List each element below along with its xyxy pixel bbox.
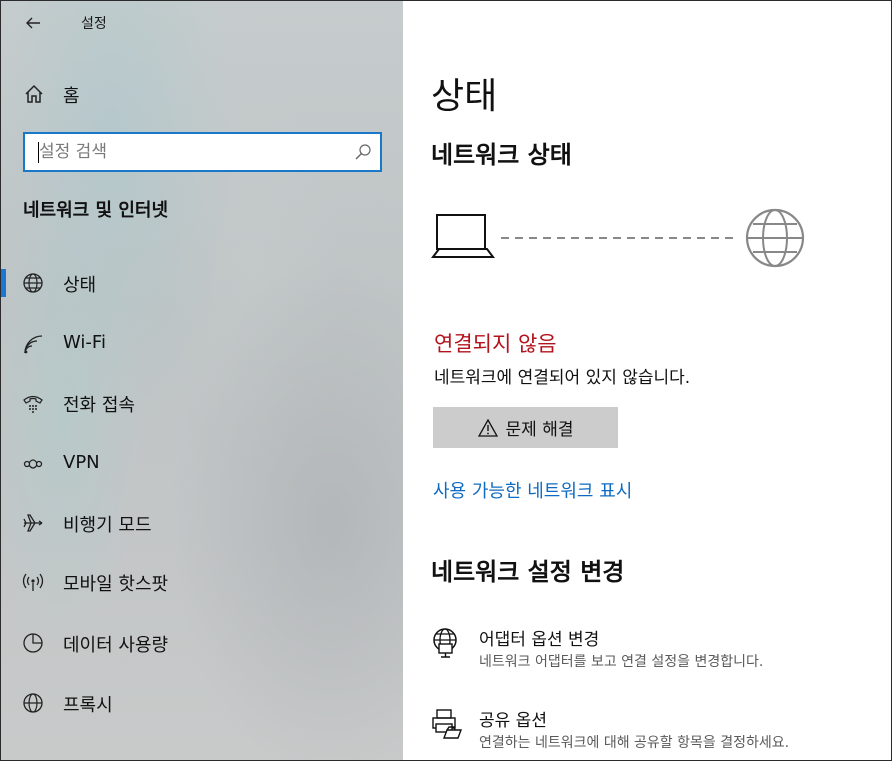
connection-status-title: 연결되지 않음 <box>434 332 557 356</box>
sidebar-item-vpn[interactable]: VPN <box>1 440 403 488</box>
wifi-icon <box>24 335 43 354</box>
airplane-icon <box>23 514 43 532</box>
sharing-options-setting[interactable]: 공유 옵션 연결하는 네트워크에 대해 공유할 항목을 결정하세요. <box>431 706 871 760</box>
network-status-heading: 네트워크 상태 <box>431 141 572 169</box>
window-title: 설정 <box>81 16 107 32</box>
sidebar-item-data-usage[interactable]: 데이터 사용량 <box>1 619 403 667</box>
vpn-icon <box>23 459 43 469</box>
page-title: 상태 <box>431 76 498 117</box>
sidebar-item-wifi[interactable]: Wi-Fi <box>1 320 403 368</box>
sidebar-item-label: 상태 <box>63 275 97 296</box>
dialup-icon <box>23 395 43 413</box>
sharing-icon <box>432 709 463 739</box>
data-usage-icon <box>23 633 43 653</box>
home-label: 홈 <box>63 86 80 107</box>
connection-status-desc: 네트워크에 연결되어 있지 않습니다. <box>434 368 691 388</box>
sidebar-item-hotspot[interactable]: 모바일 핫스팟 <box>1 558 403 606</box>
warning-icon <box>477 418 498 437</box>
show-available-networks-link[interactable]: 사용 가능한 네트워크 표시 <box>433 477 632 503</box>
sidebar-item-label: 전화 접속 <box>63 395 135 416</box>
sidebar-item-label: Wi-Fi <box>63 332 106 353</box>
settings-window: 설정 홈 네트워크 및 인터넷 상태 <box>0 0 892 761</box>
proxy-globe-icon <box>23 693 43 713</box>
setting-label: 어댑터 옵션 변경 <box>479 630 600 650</box>
sidebar: 설정 홈 네트워크 및 인터넷 상태 <box>1 1 403 760</box>
sidebar-item-dialup[interactable]: 전화 접속 <box>1 379 403 427</box>
search-box[interactable] <box>23 132 382 172</box>
search-input[interactable] <box>39 139 339 165</box>
setting-desc: 연결하는 네트워크에 대해 공유할 항목을 결정하세요. <box>479 735 790 751</box>
back-arrow-icon <box>26 17 40 29</box>
adapter-icon <box>433 628 457 658</box>
hotspot-icon <box>22 573 44 591</box>
home-nav-item[interactable]: 홈 <box>1 73 403 115</box>
troubleshoot-label: 문제 해결 <box>505 420 574 440</box>
troubleshoot-button[interactable]: 문제 해결 <box>433 407 618 448</box>
search-icon[interactable] <box>354 143 372 161</box>
home-icon <box>25 84 43 103</box>
sidebar-item-label: 프록시 <box>63 695 113 716</box>
active-indicator <box>1 269 6 297</box>
sidebar-item-label: 데이터 사용량 <box>63 635 169 656</box>
setting-label: 공유 옵션 <box>479 711 547 731</box>
sidebar-item-proxy[interactable]: 프록시 <box>1 679 403 727</box>
sidebar-item-label: 모바일 핫스팟 <box>63 574 169 595</box>
change-network-settings-heading: 네트워크 설정 변경 <box>431 558 625 586</box>
network-status-diagram <box>431 208 805 268</box>
section-title: 네트워크 및 인터넷 <box>23 200 169 221</box>
laptop-icon <box>431 214 495 258</box>
setting-desc: 네트워크 어댑터를 보고 연결 설정을 변경합니다. <box>479 654 764 670</box>
sidebar-item-label: VPN <box>63 452 100 473</box>
sidebar-item-airplane[interactable]: 비행기 모드 <box>1 499 403 547</box>
sidebar-item-status[interactable]: 상태 <box>1 259 403 307</box>
main-pane: 상태 네트워크 상태 연결되지 않음 네트워크에 연결되어 있지 않습니다. 문… <box>403 1 891 760</box>
adapter-options-setting[interactable]: 어댑터 옵션 변경 네트워크 어댑터를 보고 연결 설정을 변경합니다. <box>431 625 871 685</box>
sidebar-item-label: 비행기 모드 <box>63 515 152 536</box>
title-bar: 설정 <box>1 1 403 45</box>
back-button[interactable] <box>17 7 49 39</box>
internet-globe-icon <box>745 208 805 268</box>
globe-icon <box>23 273 43 293</box>
